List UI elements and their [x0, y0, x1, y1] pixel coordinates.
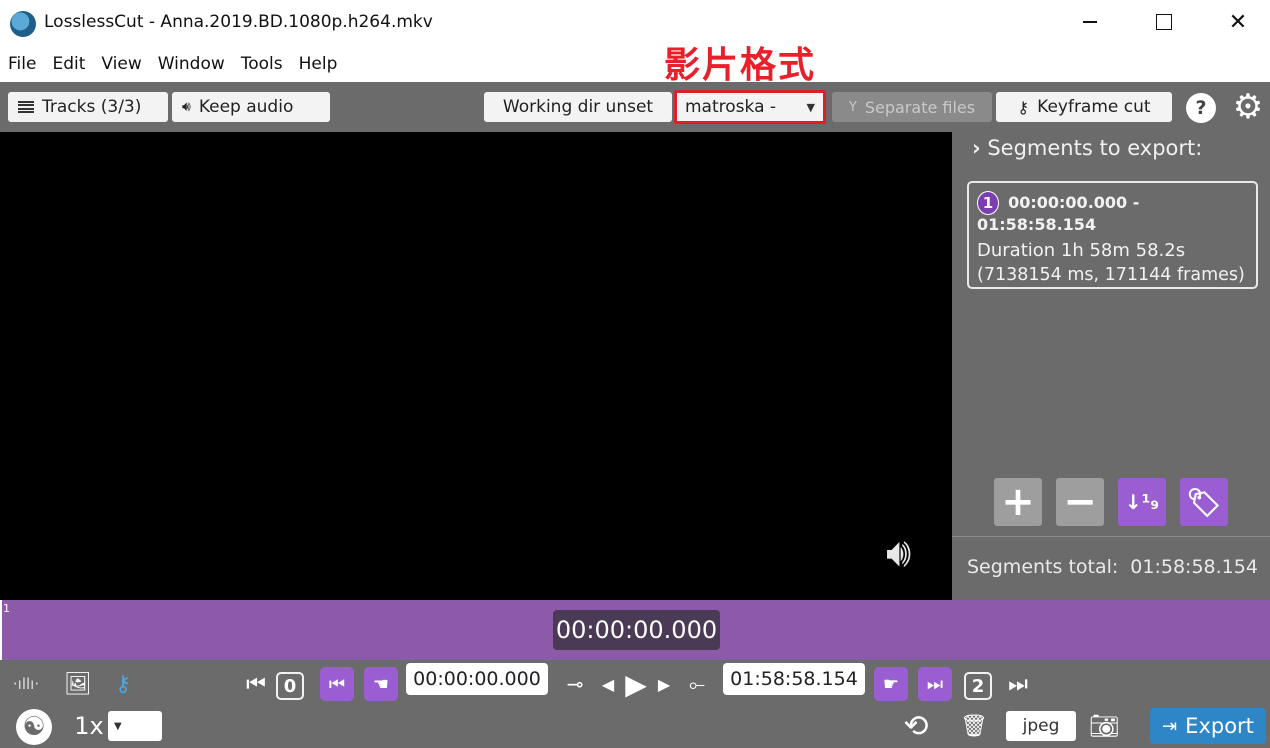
capture-format-select[interactable]: jpeg [1006, 711, 1076, 741]
format-annotation: 影片格式 [664, 45, 817, 86]
start-segment-button[interactable]: 0 [276, 670, 304, 702]
format-select[interactable]: matroska - ▼ [674, 90, 826, 124]
yin-yang-icon[interactable]: ☯ [16, 709, 52, 745]
segments-header[interactable]: › Segments to export: [972, 136, 1202, 160]
end-segment-label: 2 [964, 672, 992, 700]
key-right-icon[interactable]: ⟜ [682, 668, 712, 700]
cut-start-time-field[interactable]: 00:00:00.000 [406, 663, 548, 695]
merge-icon: Y [848, 99, 857, 115]
set-cut-end-icon[interactable]: ☛ [874, 667, 908, 701]
keep-audio-label: Keep audio [198, 97, 294, 117]
segment-actions: + − ↓¹₉ 🏷 [994, 478, 1228, 526]
minimize-icon[interactable] [1066, 6, 1114, 38]
menu-window[interactable]: Window [150, 50, 233, 80]
end-segment-button[interactable]: 2 [964, 670, 992, 702]
menu-tools[interactable]: Tools [233, 50, 291, 80]
chevron-down-icon: ▼ [806, 100, 815, 114]
separate-files-button[interactable]: Y Separate files [832, 92, 992, 122]
menu-edit[interactable]: Edit [44, 50, 93, 80]
bottom-controls: ·ıllı· 🖼︎ ⚷ ⏮︎ 0 ⏮︎ ☚ 00:00:00.000 ⊸ ◀ ▶… [0, 660, 1270, 748]
keyframe-cut-button[interactable]: ⚷ Keyframe cut [996, 92, 1172, 122]
next-frame-icon[interactable]: ▶ [654, 668, 674, 700]
cut-start-jump-icon[interactable]: ⏮︎ [320, 667, 354, 701]
keyframe-cut-label: Keyframe cut [1037, 97, 1151, 117]
start-segment-label: 0 [276, 672, 304, 700]
cut-end-time-field[interactable]: 01:58:58.154 [723, 663, 865, 695]
thumbnails-icon[interactable]: 🖼︎ [60, 668, 96, 700]
format-value: matroska - [685, 97, 777, 117]
divider [952, 536, 1270, 537]
playhead[interactable] [0, 600, 2, 660]
waveform-icon[interactable]: ·ıllı· [8, 668, 44, 700]
maximize-icon[interactable] [1140, 6, 1188, 38]
close-icon[interactable]: ✕ [1214, 6, 1262, 38]
segments-total-value: 01:58:58.154 [1130, 556, 1258, 578]
menu-file[interactable]: File [0, 50, 44, 80]
export-button[interactable]: ⇥ Export [1150, 708, 1266, 744]
key-icon: ⚷ [1017, 97, 1030, 117]
camera-icon[interactable]: 📷︎ [1084, 707, 1124, 745]
current-time: 00:00:00.000 [553, 610, 720, 650]
speed-label: 1x [74, 712, 104, 740]
segments-total-label: Segments total: [967, 556, 1119, 578]
menu-view[interactable]: View [93, 50, 149, 80]
segments-total: Segments total: 01:58:58.154 [967, 556, 1258, 578]
remove-segment-button[interactable]: − [1056, 478, 1104, 526]
cut-end-jump-icon[interactable]: ⏭︎ [918, 667, 952, 701]
add-segment-button[interactable]: + [994, 478, 1042, 526]
separate-files-label: Separate files [864, 97, 976, 117]
tracks-button[interactable]: Tracks (3/3) [8, 92, 168, 122]
working-dir-button[interactable]: Working dir unset [484, 92, 672, 122]
window-title: LosslessCut - Anna.2019.BD.1080p.h264.mk… [44, 12, 433, 32]
keep-audio-button[interactable]: 🔊︎ Keep audio [172, 92, 330, 122]
key-icon[interactable]: ⚷ [108, 668, 138, 700]
jump-start-icon[interactable]: ⏮︎ [244, 668, 268, 700]
top-toolbar: Tracks (3/3) 🔊︎ Keep audio Working dir u… [0, 82, 1270, 132]
volume-icon[interactable]: 🔊︎ [886, 530, 911, 576]
menu-bar: File Edit View Window Tools Help [0, 50, 345, 80]
chevron-right-icon: › [972, 136, 981, 160]
set-cut-start-icon[interactable]: ☚ [364, 667, 398, 701]
segment-range: 00:00:00.000 - 01:58:58.154 [977, 193, 1140, 234]
segment-card[interactable]: 1 00:00:00.000 - 01:58:58.154 Duration 1… [967, 181, 1258, 289]
segment-detail: (7138154 ms, 171144 frames) [977, 265, 1245, 285]
jump-end-icon[interactable]: ⏭︎ [1006, 668, 1030, 700]
export-icon: ⇥ [1162, 715, 1178, 737]
speed-select[interactable]: ▼ [108, 711, 162, 741]
segments-panel: › Segments to export: 1 00:00:00.000 - 0… [952, 132, 1270, 600]
play-icon[interactable]: ▶ [622, 668, 650, 701]
export-label: Export [1185, 714, 1254, 738]
segment-marker: 1 [3, 602, 10, 615]
help-icon[interactable]: ? [1186, 93, 1216, 123]
sort-segments-button[interactable]: ↓¹₉ [1118, 478, 1166, 526]
title-bar: LosslessCut - Anna.2019.BD.1080p.h264.mk… [0, 0, 1270, 46]
chevron-down-icon: ▼ [114, 720, 122, 732]
video-player[interactable] [0, 132, 952, 600]
gear-icon[interactable]: ⚙ [1230, 87, 1266, 127]
rotate-icon[interactable]: ⟲ [896, 707, 936, 745]
tag-icon[interactable]: 🏷 [1180, 478, 1228, 526]
segment-number: 1 [977, 191, 999, 215]
menu-help[interactable]: Help [291, 50, 346, 80]
key-left-icon[interactable]: ⊸ [560, 668, 590, 700]
trash-icon[interactable]: 🗑︎ [960, 707, 988, 745]
tracks-label: Tracks (3/3) [42, 97, 142, 117]
speaker-icon: 🔊︎ [182, 99, 191, 115]
app-icon [10, 11, 36, 37]
segment-duration: Duration 1h 58m 58.2s [977, 240, 1186, 261]
list-icon [18, 101, 34, 113]
segments-header-label: Segments to export: [987, 136, 1203, 160]
timeline[interactable]: 1 00:00:00.000 [0, 600, 1270, 660]
prev-frame-icon[interactable]: ◀ [598, 668, 618, 700]
